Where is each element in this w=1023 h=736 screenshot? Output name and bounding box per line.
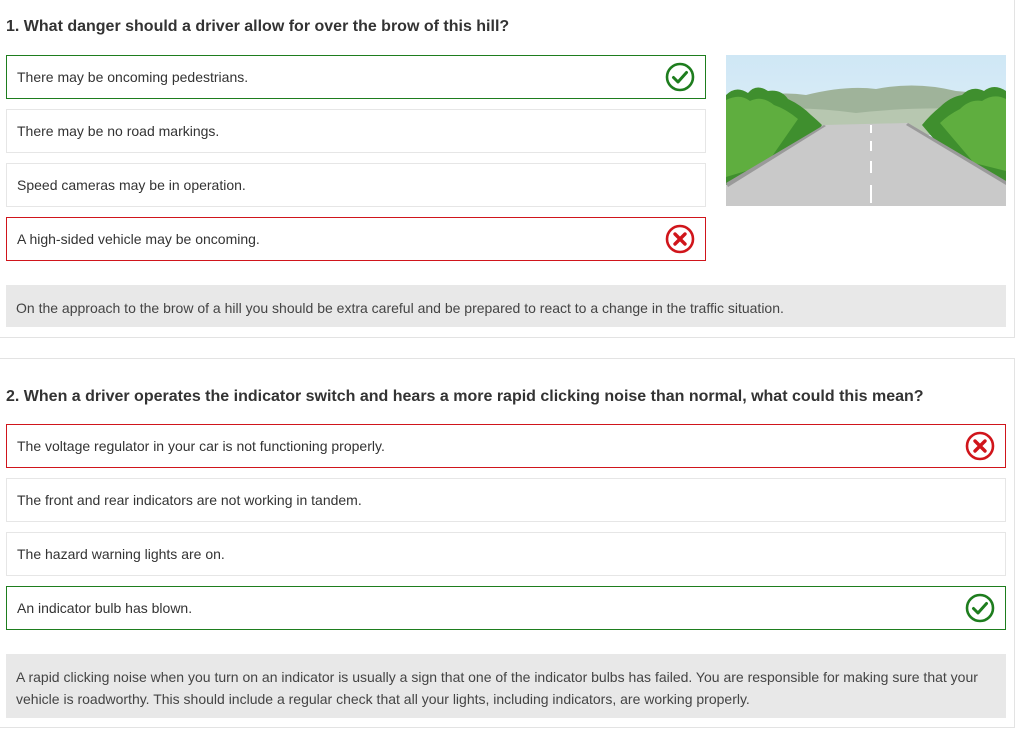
answer-text: The voltage regulator in your car is not… <box>17 438 385 454</box>
explanation-text: A rapid clicking noise when you turn on … <box>16 669 978 707</box>
question-title: 1. What danger should a driver allow for… <box>6 18 510 35</box>
question-card-1: 1. What danger should a driver allow for… <box>0 0 1015 338</box>
answer-option[interactable]: An indicator bulb has blown. <box>6 586 1006 630</box>
answer-option[interactable]: The voltage regulator in your car is not… <box>6 424 1006 468</box>
question-title: 2. When a driver operates the indicator … <box>6 388 924 405</box>
x-circle-icon <box>665 224 695 254</box>
answer-text: The front and rear indicators are not wo… <box>17 492 362 508</box>
hill-road-image <box>726 55 1006 206</box>
explanation-box: A rapid clicking noise when you turn on … <box>6 654 1006 718</box>
answer-option[interactable]: A high-sided vehicle may be oncoming. <box>6 217 706 261</box>
explanation-text: On the approach to the brow of a hill yo… <box>16 300 784 316</box>
answer-text: An indicator bulb has blown. <box>17 600 193 616</box>
answer-text: The hazard warning lights are on. <box>17 546 225 562</box>
question-card-2: 2. When a driver operates the indicator … <box>0 358 1015 728</box>
check-circle-icon <box>665 62 695 92</box>
answer-text: There may be no road markings. <box>17 123 220 139</box>
answer-text: There may be oncoming pedestrians. <box>17 69 249 85</box>
answer-text: Speed cameras may be in operation. <box>17 177 246 193</box>
answer-text: A high-sided vehicle may be oncoming. <box>17 231 260 247</box>
answer-option[interactable]: The front and rear indicators are not wo… <box>6 478 1006 522</box>
explanation-box: On the approach to the brow of a hill yo… <box>6 285 1006 327</box>
answer-option[interactable]: There may be oncoming pedestrians. <box>6 55 706 99</box>
answer-option[interactable]: Speed cameras may be in operation. <box>6 163 706 207</box>
answer-option[interactable]: The hazard warning lights are on. <box>6 532 1006 576</box>
answer-option[interactable]: There may be no road markings. <box>6 109 706 153</box>
x-circle-icon <box>965 431 995 461</box>
check-circle-icon <box>965 593 995 623</box>
